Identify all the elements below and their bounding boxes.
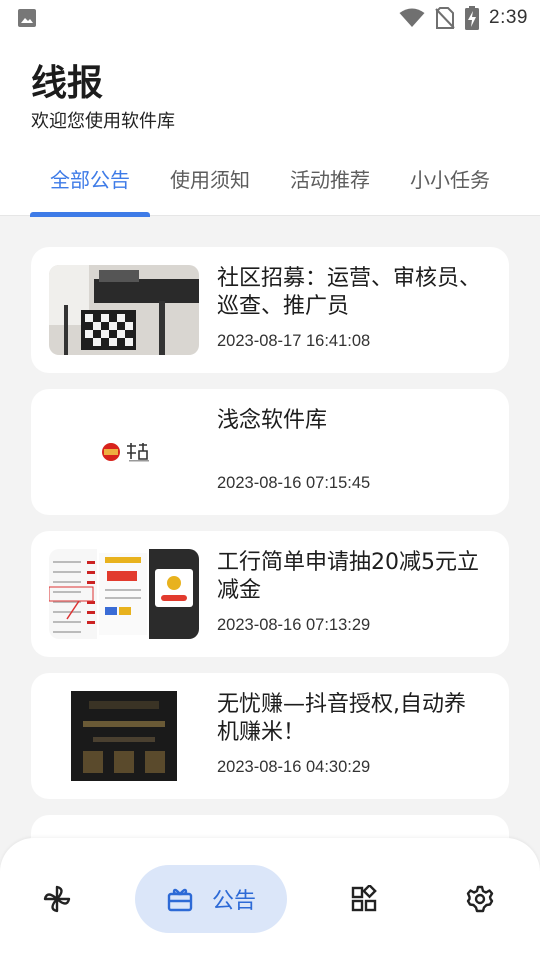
post-date: 2023-08-16 04:30:29 bbox=[217, 758, 371, 776]
page-title: 线报 bbox=[31, 63, 104, 104]
tab-label: 小小任务 bbox=[410, 168, 490, 192]
post-title: 浅念软件库 bbox=[217, 408, 328, 433]
gift-icon bbox=[167, 888, 193, 912]
nav-apps[interactable] bbox=[331, 866, 397, 932]
tab-bar: 全部公告 使用须知 活动推荐 小小任务 bbox=[30, 158, 510, 217]
status-time: 2:39 bbox=[489, 7, 528, 28]
tab-label: 全部公告 bbox=[50, 168, 130, 192]
announcement-card[interactable]: 无忧赚—抖音授权,自动养机赚米！ 2023-08-16 04:30:29 bbox=[31, 673, 509, 799]
post-title: 工行简单申请抽20减5元立减金 bbox=[217, 550, 479, 603]
tab-label: 活动推荐 bbox=[290, 168, 370, 192]
nav-settings[interactable] bbox=[447, 866, 513, 932]
tab-label: 使用须知 bbox=[170, 168, 250, 192]
nav-label: 公告 bbox=[211, 889, 256, 914]
bottom-navigation: 公告 bbox=[0, 838, 540, 960]
nav-home[interactable] bbox=[24, 866, 90, 932]
wifi-icon bbox=[399, 8, 425, 27]
post-thumbnail bbox=[49, 691, 199, 781]
status-bar: 2:39 bbox=[0, 0, 540, 36]
settings-gear-icon bbox=[466, 885, 494, 913]
post-thumbnail bbox=[49, 265, 199, 355]
tab-all-announcements[interactable]: 全部公告 bbox=[30, 158, 150, 217]
nav-announcements[interactable]: 公告 bbox=[135, 866, 287, 932]
post-title: 社区招募：运营、审核员、巡查、推广员 bbox=[217, 266, 482, 319]
header: 线报 欢迎您使用软件库 全部公告 使用须知 活动推荐 小小任务 bbox=[0, 36, 540, 217]
status-right: 2:39 bbox=[399, 6, 528, 30]
post-date: 2023-08-17 16:41:08 bbox=[217, 332, 371, 350]
battery-charging-icon bbox=[465, 6, 480, 30]
announcement-card[interactable]: 浅念软件库 2023-08-16 07:15:45 bbox=[31, 389, 509, 515]
post-thumbnail bbox=[49, 407, 199, 497]
no-sim-icon bbox=[435, 7, 455, 29]
tab-small-tasks[interactable]: 小小任务 bbox=[390, 158, 510, 216]
apps-grid-icon bbox=[351, 885, 377, 912]
pinwheel-icon bbox=[43, 885, 71, 913]
post-thumbnail bbox=[49, 549, 199, 639]
announcement-card[interactable]: 工行简单申请抽20减5元立减金 2023-08-16 07:13:29 bbox=[31, 531, 509, 657]
tab-usage-notes[interactable]: 使用须知 bbox=[150, 158, 270, 216]
page-subtitle: 欢迎您使用软件库 bbox=[31, 111, 175, 132]
post-title: 无忧赚—抖音授权,自动养机赚米！ bbox=[217, 692, 466, 745]
tab-activity-recommendations[interactable]: 活动推荐 bbox=[270, 158, 390, 216]
announcement-card[interactable]: 社区招募：运营、审核员、巡查、推广员 2023-08-17 16:41:08 bbox=[31, 247, 509, 373]
image-icon bbox=[18, 9, 36, 27]
post-date: 2023-08-16 07:13:29 bbox=[217, 616, 371, 634]
post-date: 2023-08-16 07:15:45 bbox=[217, 474, 371, 492]
